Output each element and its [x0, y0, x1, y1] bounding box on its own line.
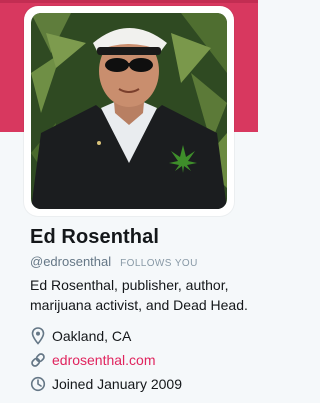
profile-bio: Ed Rosenthal, publisher, author, marijua…: [30, 277, 248, 313]
profile-handle[interactable]: @edrosenthal: [30, 254, 111, 269]
profile-name[interactable]: Ed Rosenthal: [30, 226, 159, 249]
follows-you-badge: FOLLOWS YOU: [120, 258, 198, 269]
location-text: Oakland, CA: [52, 328, 132, 344]
avatar[interactable]: [31, 13, 227, 209]
link-icon: [31, 353, 45, 367]
joined-text: Joined January 2009: [52, 376, 182, 392]
website-link[interactable]: edrosenthal.com: [52, 352, 156, 368]
calendar-clock-icon: [30, 376, 46, 392]
handle-row: @edrosenthal FOLLOWS YOU: [30, 253, 198, 271]
location-pin-icon: [31, 327, 45, 345]
